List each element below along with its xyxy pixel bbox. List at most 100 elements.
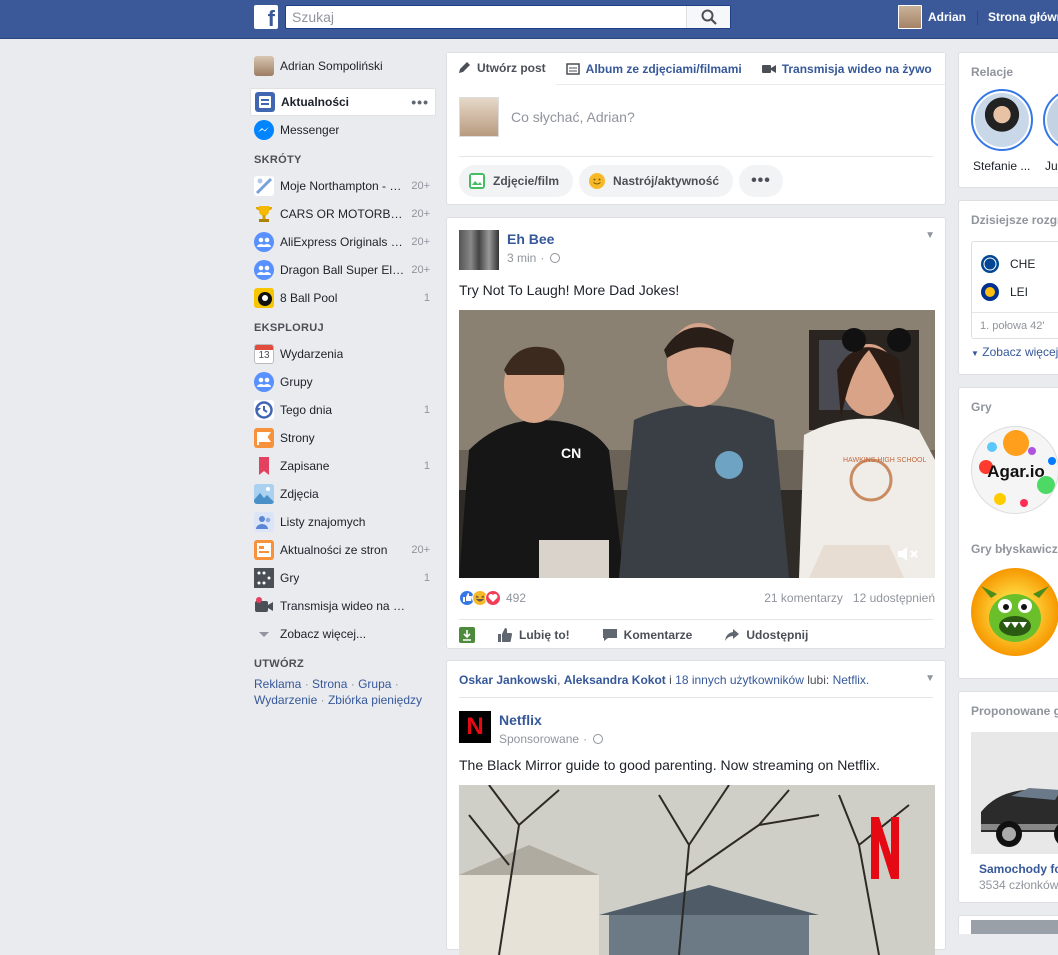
- post-actions: Lubię to! Komentarze Udostępnij: [459, 625, 840, 645]
- sidebar-item-memories[interactable]: Tego dnia 1: [250, 396, 436, 424]
- reactions-count[interactable]: 492: [506, 591, 526, 605]
- more-options-icon[interactable]: •••: [411, 94, 429, 110]
- friend-link[interactable]: Aleksandra Kokot: [564, 673, 666, 687]
- search-button[interactable]: [686, 6, 730, 28]
- sidebar-item-messenger[interactable]: Messenger: [250, 116, 436, 144]
- video-camera-icon: [761, 64, 776, 73]
- create-group-link[interactable]: Grupa: [358, 677, 391, 691]
- shares-count[interactable]: 12 udostępnień: [853, 591, 935, 605]
- sidebar-item-label: Zdjęcia: [280, 487, 319, 501]
- sidebar-item-live-video[interactable]: Transmisja wideo na żywo: [250, 592, 436, 620]
- messenger-icon: [254, 120, 274, 140]
- count-badge: 1: [423, 572, 430, 584]
- profile-link[interactable]: Adrian: [898, 5, 966, 29]
- create-fundraiser-link[interactable]: Zbiórka pieniędzy: [328, 693, 422, 707]
- group-thumbnail[interactable]: [971, 920, 1058, 934]
- facebook-logo[interactable]: f: [254, 5, 278, 29]
- search-icon: [701, 9, 717, 25]
- sidebar-item-saved[interactable]: Zapisane 1: [250, 452, 436, 480]
- explore-heading: EKSPLORUJ: [254, 322, 324, 334]
- post-time[interactable]: 3 min: [507, 251, 536, 265]
- chevron-down-icon[interactable]: ▼: [925, 230, 935, 241]
- create-event-link[interactable]: Wydarzenie: [254, 693, 317, 707]
- see-more-link[interactable]: ▼ Zobacz więcej: [971, 345, 1058, 359]
- stories-card: Relacje Stefanie ... Ju: [958, 52, 1058, 188]
- photo-video-button[interactable]: Zdjęcie/film: [459, 165, 574, 197]
- game-tile[interactable]: Agar.io: [971, 426, 1058, 514]
- like-button[interactable]: Lubię to!: [497, 627, 570, 643]
- user-name: Adrian: [928, 10, 967, 24]
- post-meta: Sponsorowane ·: [499, 732, 604, 746]
- suggested-groups-card: Proponowane grupy Samochody fotki 3534 c…: [958, 691, 1058, 903]
- search-input[interactable]: [286, 6, 676, 28]
- story-item[interactable]: [1043, 89, 1058, 151]
- more-options-button[interactable]: •••: [739, 165, 783, 197]
- post-author[interactable]: Eh Bee: [507, 230, 560, 248]
- match-box[interactable]: CHE LEI 1. połowa 42': [971, 241, 1058, 339]
- composer-body[interactable]: Co słychać, Adrian?: [447, 85, 945, 157]
- composer-placeholder[interactable]: Co słychać, Adrian?: [511, 109, 635, 125]
- count-badge: 20+: [411, 236, 430, 248]
- sidebar-item-games[interactable]: Gry 1: [250, 564, 436, 592]
- group-name[interactable]: Samochody fotki: [979, 862, 1058, 876]
- ad-photo: [459, 785, 935, 955]
- friend-link[interactable]: Oskar Jankowski: [459, 673, 557, 687]
- group-thumbnail[interactable]: [971, 732, 1058, 854]
- scores-card: Dzisiejsze rozgrywki CHE LEI 1. połowa 4…: [958, 200, 1058, 375]
- shortcut-item[interactable]: CARS OR MOTORBIKES 20+: [250, 200, 436, 228]
- create-links: Reklama · Strona · Grupa · Wydarzenie · …: [254, 677, 422, 707]
- feeling-activity-button[interactable]: Nastrój/aktywność: [579, 165, 734, 197]
- tab-live-video[interactable]: Transmisja wideo na żywo: [752, 53, 942, 85]
- home-link[interactable]: Strona główna: [988, 10, 1058, 24]
- post-author[interactable]: Netflix: [499, 711, 603, 729]
- divider: [977, 11, 978, 25]
- game-tile[interactable]: [971, 568, 1058, 656]
- avatar[interactable]: [459, 230, 499, 270]
- ad-image[interactable]: [459, 785, 935, 955]
- smiley-icon: [589, 173, 606, 189]
- sidebar-item-events[interactable]: 13 Wydarzenia: [250, 340, 436, 368]
- sidebar-item-pages-feed[interactable]: Aktualności ze stron 20+: [250, 536, 436, 564]
- shortcut-item[interactable]: 8 Ball Pool 1: [250, 284, 436, 312]
- save-video-button[interactable]: [459, 627, 481, 643]
- netflix-logo[interactable]: N: [459, 711, 491, 743]
- sidebar-item-friend-lists[interactable]: Listy znajomych: [250, 508, 436, 536]
- video-player[interactable]: CN HAWKINS HIGH SCHOOL: [459, 310, 935, 578]
- sidebar-item-pages[interactable]: Strony: [250, 424, 436, 452]
- see-more-link[interactable]: Zobacz więcej...: [250, 620, 436, 648]
- comments-count[interactable]: 21 komentarzy: [764, 591, 843, 605]
- sidebar-item-label: AliExpress Originals Pol...: [280, 235, 405, 249]
- create-ad-link[interactable]: Reklama: [254, 677, 301, 691]
- sidebar-item-news-feed[interactable]: Aktualności •••: [250, 88, 436, 116]
- profile-nav-item[interactable]: Adrian Sompoliński: [250, 52, 436, 80]
- groups-icon: [254, 372, 274, 392]
- comment-button[interactable]: Komentarze: [602, 627, 692, 643]
- chevron-down-icon[interactable]: ▼: [925, 673, 935, 684]
- download-icon: [459, 627, 475, 643]
- tab-create-post[interactable]: Utwórz post: [447, 53, 556, 85]
- stories-title: Relacje: [971, 65, 1014, 79]
- social-context: Oskar Jankowski, Aleksandra Kokot i 18 i…: [459, 673, 870, 687]
- feed-post-sponsored: Oskar Jankowski, Aleksandra Kokot i 18 i…: [446, 660, 946, 955]
- story-item[interactable]: [971, 89, 1033, 151]
- shortcut-item[interactable]: AliExpress Originals Pol... 20+: [250, 228, 436, 256]
- count-badge: 20+: [411, 180, 430, 192]
- mute-icon[interactable]: [897, 546, 919, 562]
- love-reaction-icon: [485, 590, 501, 606]
- reactions-bar: 492 21 komentarzy 12 udostępnień: [459, 590, 935, 606]
- create-page-link[interactable]: Strona: [312, 677, 347, 691]
- post-header: N Netflix Sponsorowane ·: [459, 711, 604, 746]
- memories-icon: [254, 400, 274, 420]
- composer-tabs: Utwórz post Album ze zdjęciami/filmami T…: [447, 53, 945, 85]
- create-heading: UTWÓRZ: [254, 658, 305, 670]
- tab-photo-album[interactable]: Album ze zdjęciami/filmami: [556, 53, 752, 85]
- sponsored-label[interactable]: Sponsorowane: [499, 732, 579, 746]
- sidebar-item-photos[interactable]: Zdjęcia: [250, 480, 436, 508]
- shortcut-item[interactable]: Moje Northampton - Ogł... 20+: [250, 172, 436, 200]
- sidebar-item-groups[interactable]: Grupy: [250, 368, 436, 396]
- share-button[interactable]: Udostępnij: [724, 627, 808, 643]
- shortcut-item[interactable]: Dragon Ball Super Eliza... 20+: [250, 256, 436, 284]
- group-icon: [254, 232, 274, 252]
- others-link[interactable]: 18 innych użytkowników: [675, 673, 804, 687]
- page-link[interactable]: Netflix.: [833, 673, 870, 687]
